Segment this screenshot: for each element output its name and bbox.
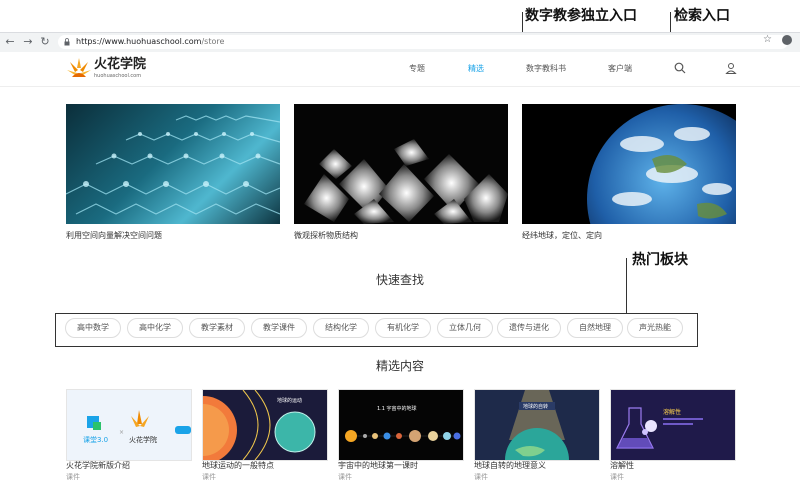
- address-bar[interactable]: https://www.huohuaschool.com/store: [58, 35, 788, 49]
- featured-caption-1[interactable]: 利用空间向量解决空间问题: [66, 231, 162, 241]
- tag-sound-light-heat[interactable]: 声光热能: [627, 318, 683, 338]
- selected-title-2[interactable]: 地球运动的一般特点: [202, 461, 274, 471]
- selected-type-1: 课件: [66, 473, 80, 481]
- svg-text:地球的运动: 地球的运动: [277, 397, 302, 404]
- intro-thumbnail: 课堂3.0 × 火花学院: [83, 410, 191, 444]
- featured-caption-2[interactable]: 微观探析物质结构: [294, 231, 358, 241]
- tag-structural-chemistry[interactable]: 结构化学: [313, 318, 369, 338]
- back-icon[interactable]: ←: [4, 36, 16, 48]
- browser-toolbar: ← → ↻ https://www.huohuaschool.com/store…: [0, 32, 800, 53]
- selected-title-1[interactable]: 火花学院新版介绍: [66, 461, 130, 471]
- annotation-line-hot: [626, 258, 627, 314]
- featured-card-earth[interactable]: [522, 104, 736, 224]
- selected-content-title: 精选内容: [376, 359, 425, 373]
- tag-teaching-material[interactable]: 教学素材: [189, 318, 245, 338]
- selected-card-2[interactable]: 地球的运动: [202, 389, 328, 461]
- site-header: 火花学院 huohuaschool.com 专题 精选 数字教科书 客户端: [0, 52, 800, 87]
- nav-topics[interactable]: 专题: [409, 64, 425, 74]
- url-host: https://www.huohuaschool.com: [76, 37, 202, 46]
- nav-digital-textbook[interactable]: 数字教科书: [526, 64, 566, 74]
- thumb-solubility: 溶解性: [663, 408, 681, 416]
- logo-name[interactable]: 火花学院: [94, 58, 146, 72]
- search-icon[interactable]: [674, 62, 686, 74]
- logo-domain: huohuaschool.com: [94, 73, 142, 79]
- graphene-image: [66, 115, 280, 215]
- solubility-thumbnail: 溶解性: [616, 407, 703, 449]
- selected-title-4[interactable]: 地球自转的地理意义: [474, 461, 546, 471]
- svg-text:×: ×: [119, 429, 124, 436]
- selected-title-5[interactable]: 溶解性: [610, 461, 634, 471]
- selected-card-1[interactable]: 课堂3.0 × 火花学院: [66, 389, 192, 461]
- featured-caption-3[interactable]: 经纬地球，定位、定向: [522, 231, 602, 241]
- annotation-digital-textbook: 数字教参独立入口: [525, 8, 637, 24]
- tag-organic-chemistry[interactable]: 有机化学: [375, 318, 431, 338]
- thumb-universe-title: 1.1 宇宙中的地球: [377, 405, 417, 412]
- selected-type-2: 课件: [202, 473, 216, 481]
- annotation-search: 检索入口: [674, 8, 730, 24]
- url-text: https://www.huohuaschool.com/store: [76, 36, 224, 48]
- thumb-ketang: 课堂3.0: [83, 435, 108, 444]
- user-icon[interactable]: [725, 62, 737, 74]
- selected-type-5: 课件: [610, 473, 624, 481]
- tag-high-school-chemistry[interactable]: 高中化学: [127, 318, 183, 338]
- logo-flame-icon[interactable]: [66, 56, 92, 80]
- selected-type-4: 课件: [474, 473, 488, 481]
- reload-icon[interactable]: ↻: [39, 36, 51, 48]
- featured-card-diamonds[interactable]: [294, 104, 508, 224]
- earth-in-universe-thumbnail: 1.1 宇宙中的地球: [345, 405, 461, 442]
- tag-solid-geometry[interactable]: 立体几何: [437, 318, 493, 338]
- earth-motion-thumbnail: 地球的运动: [203, 390, 316, 460]
- selected-card-4[interactable]: 地球的自转: [474, 389, 600, 461]
- earth-image: [587, 104, 736, 224]
- selected-type-3: 课件: [338, 473, 352, 481]
- selected-card-5[interactable]: 溶解性: [610, 389, 736, 461]
- svg-text:地球的自转: 地球的自转: [523, 403, 548, 410]
- bookmark-star-icon[interactable]: ☆: [763, 34, 772, 46]
- nav-featured[interactable]: 精选: [468, 64, 484, 74]
- lock-icon: [64, 38, 70, 46]
- selected-title-3[interactable]: 宇宙中的地球第一课时: [338, 461, 418, 471]
- tag-genetics-evolution[interactable]: 遗传与进化: [497, 318, 561, 338]
- diamonds-image: [304, 139, 508, 224]
- featured-card-graphene[interactable]: [66, 104, 280, 224]
- url-path: /store: [201, 37, 225, 46]
- tag-high-school-math[interactable]: 高中数学: [65, 318, 121, 338]
- forward-icon[interactable]: →: [22, 36, 34, 48]
- quick-search-title: 快速查找: [376, 273, 425, 287]
- tag-physical-geography[interactable]: 自然地理: [567, 318, 623, 338]
- annotation-hot-sections: 热门板块: [632, 252, 688, 268]
- thumb-huohua: 火花学院: [129, 435, 157, 444]
- nav-client[interactable]: 客户端: [608, 64, 632, 74]
- earth-rotation-thumbnail: 地球的自转: [505, 390, 569, 460]
- selected-card-3[interactable]: 1.1 宇宙中的地球: [338, 389, 464, 461]
- tag-teaching-courseware[interactable]: 教学课件: [251, 318, 307, 338]
- browser-account-icon[interactable]: [782, 35, 792, 45]
